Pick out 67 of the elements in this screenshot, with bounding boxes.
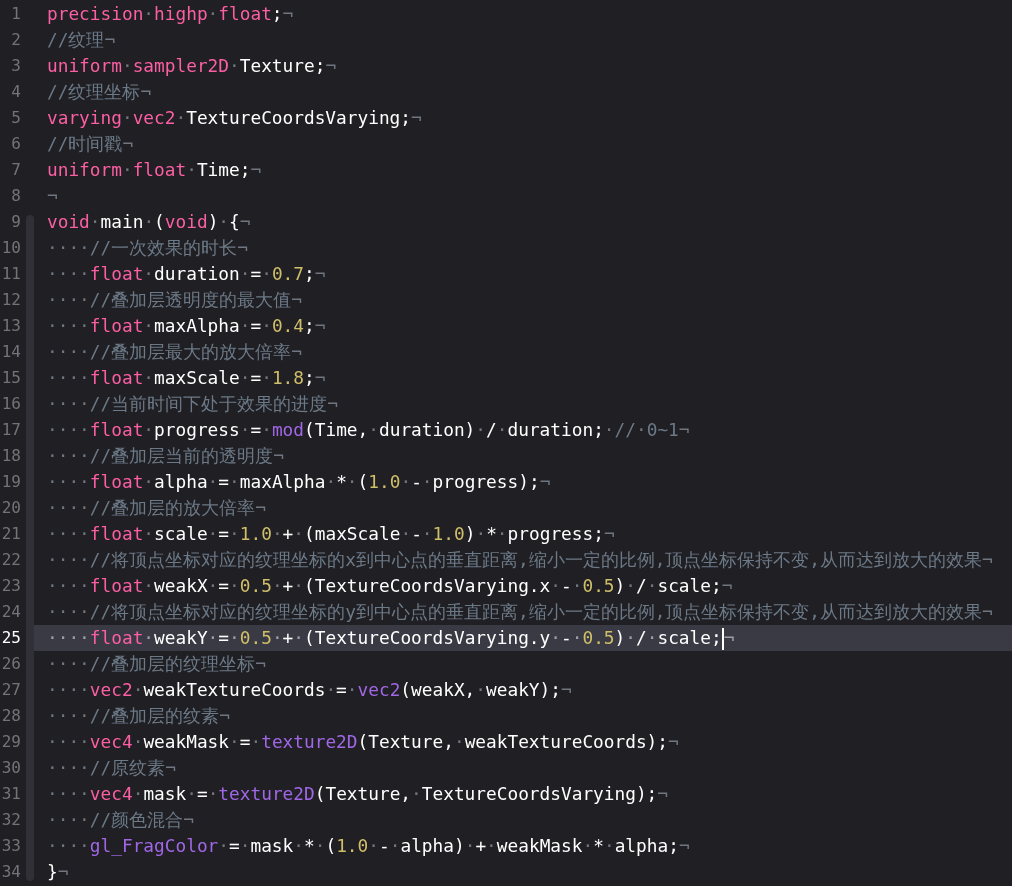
line-number: 28: [0, 705, 22, 727]
line-number: 29: [0, 731, 22, 753]
code-line: }¬: [46, 860, 70, 884]
line-number: 16: [0, 393, 22, 415]
line-number: 25: [0, 627, 22, 649]
code-line: ····//叠加层透明度的最大值¬: [46, 288, 303, 312]
line-number: 34: [0, 861, 22, 883]
code-line: void·main·(void)·{¬: [46, 210, 252, 234]
line-number: 31: [0, 783, 22, 805]
line-number: 23: [0, 575, 22, 597]
line-number: 3: [10, 55, 22, 77]
line-number: 26: [0, 653, 22, 675]
line-number: 21: [0, 523, 22, 545]
line-number: 24: [0, 601, 22, 623]
code-line: ····//叠加层的纹理坐标¬: [46, 652, 267, 676]
line-number: 1: [10, 3, 22, 25]
line-number: 18: [0, 445, 22, 467]
line-number: 19: [0, 471, 22, 493]
line-number: 17: [0, 419, 22, 441]
code-line: ····//颜色混合¬: [46, 808, 195, 832]
line-number: 33: [0, 835, 22, 857]
code-line: ····gl_FragColor·=·mask·*·(1.0·-·alpha)·+·weakMask·*·alpha;¬: [46, 834, 691, 858]
line-number: 15: [0, 367, 22, 389]
code-line: ····//将顶点坐标对应的纹理坐标的y到中心点的垂直距离,缩小一定的比例,顶点坐标保持不变,从而达到放大的效果¬: [46, 600, 994, 624]
code-line: ····//原纹素¬: [46, 756, 177, 780]
code-line: ····float·alpha·=·maxAlpha·*·(1.0·-·progress);¬: [46, 470, 552, 494]
code-line: ····//叠加层当前的透明度¬: [46, 444, 285, 468]
line-number: 7: [10, 159, 22, 181]
code-line: ····//叠加层的纹素¬: [46, 704, 231, 728]
code-line: ····float·progress·=·mod(Time,·duration)·/·duration;·//·0~1¬: [46, 418, 691, 442]
code-line: varying·vec2·TextureCoordsVarying;¬: [46, 106, 423, 130]
code-line: ····//一次效果的时长¬: [46, 236, 249, 260]
code-line: //时间戳¬: [46, 132, 135, 156]
line-number: 5: [10, 107, 22, 129]
line-number: 30: [0, 757, 22, 779]
code-line: ····float·scale·=·1.0·+·(maxScale·-·1.0)·*·progress;¬: [46, 522, 616, 546]
code-line: ····//叠加层的放大倍率¬: [46, 496, 267, 520]
line-number: 12: [0, 289, 22, 311]
code-line: precision·highp·float;¬: [46, 2, 295, 26]
code-line: uniform·sampler2D·Texture;¬: [46, 54, 338, 78]
line-number: 6: [10, 133, 22, 155]
code-line: ····float·maxAlpha·=·0.4;¬: [46, 314, 327, 338]
code-line: ¬: [46, 184, 59, 208]
line-number: 9: [10, 211, 22, 233]
code-line: ····//当前时间下处于效果的进度¬: [46, 392, 339, 416]
line-number: 2: [10, 29, 22, 51]
line-number: 8: [10, 185, 22, 207]
line-number: 13: [0, 315, 22, 337]
code-line: ····//叠加层最大的放大倍率¬: [46, 340, 303, 364]
line-number: 20: [0, 497, 22, 519]
line-number: 14: [0, 341, 22, 363]
code-line: ····float·weakX·=·0.5·+·(TextureCoordsVarying.x·-·0.5)·/·scale;¬: [46, 574, 734, 598]
line-number: 27: [0, 679, 22, 701]
line-number: 11: [0, 263, 22, 285]
code-line: uniform·float·Time;¬: [46, 158, 263, 182]
code-line: ····//将顶点坐标对应的纹理坐标的x到中心点的垂直距离,缩小一定的比例,顶点坐标保持不变,从而达到放大的效果¬: [46, 548, 994, 572]
code-line: ····vec2·weakTextureCoords·=·vec2(weakX,·weakY);¬: [46, 678, 573, 702]
code-line: ····float·maxScale·=·1.8;¬: [46, 366, 327, 390]
line-number: 22: [0, 549, 22, 571]
line-number: 10: [0, 237, 22, 259]
code-line: ····float·duration·=·0.7;¬: [46, 262, 327, 286]
line-number: 32: [0, 809, 22, 831]
code-line: ····vec4·mask·=·texture2D(Texture,·TextureCoordsVarying);¬: [46, 782, 670, 806]
code-line: //纹理¬: [46, 28, 117, 52]
code-line: ····vec4·weakMask·=·texture2D(Texture,·weakTextureCoords);¬: [46, 730, 680, 754]
code-line: //纹理坐标¬: [46, 80, 153, 104]
line-number: 4: [10, 81, 22, 103]
